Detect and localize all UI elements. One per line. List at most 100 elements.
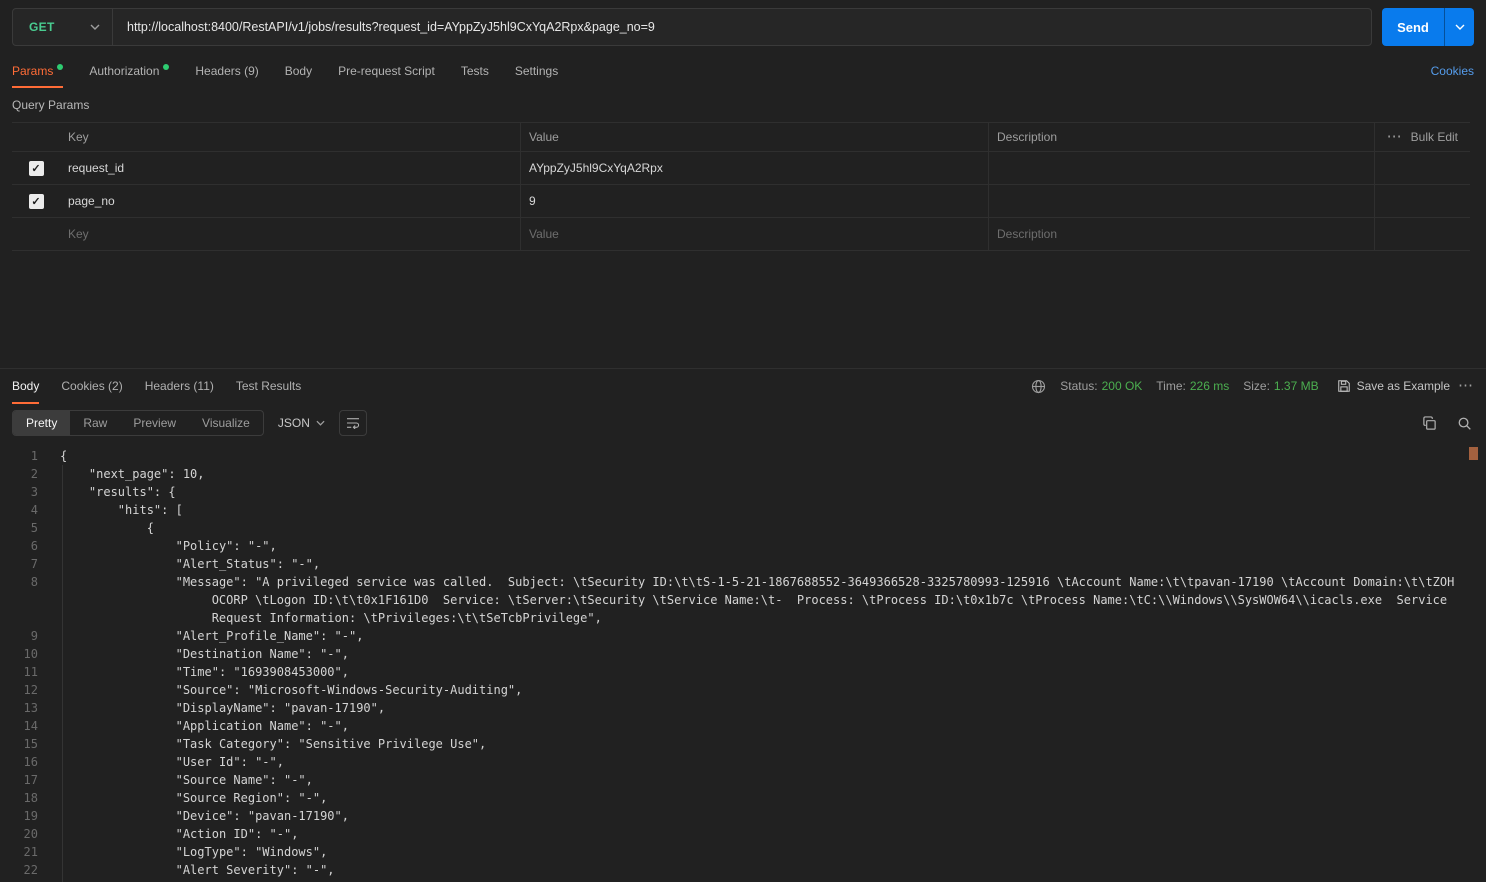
response-tab-cookies[interactable]: Cookies (2) <box>61 369 122 404</box>
vertical-scrollbar-thumb[interactable] <box>1469 447 1478 460</box>
url-control: GET http://localhost:8400/RestAPI/v1/job… <box>12 8 1372 46</box>
copy-icon[interactable] <box>1422 416 1437 431</box>
line-number: 18 <box>0 789 60 807</box>
line-content: "Message": "A privileged service was cal… <box>60 573 1486 627</box>
param-key-field[interactable]: page_no <box>60 185 520 217</box>
param-description-field[interactable] <box>988 185 1374 217</box>
globe-icon[interactable] <box>1031 379 1046 394</box>
search-icon[interactable] <box>1457 416 1472 431</box>
line-number: 3 <box>0 483 60 501</box>
row-actions-cell <box>1374 218 1470 250</box>
tab-headers-label: Headers (9) <box>195 64 258 78</box>
tab-body[interactable]: Body <box>285 54 312 88</box>
code-line: 4"hits": [ <box>0 501 1486 519</box>
query-params-title: Query Params <box>0 88 1486 120</box>
tab-params[interactable]: Params <box>12 54 63 88</box>
line-content: "Source Name": "-", <box>60 771 1486 789</box>
response-tab-headers[interactable]: Headers (11) <box>145 369 214 404</box>
url-input[interactable]: http://localhost:8400/RestAPI/v1/jobs/re… <box>113 9 1371 45</box>
params-modified-dot <box>57 64 63 70</box>
view-visualize-button[interactable]: Visualize <box>189 411 263 435</box>
send-group: Send <box>1382 8 1474 46</box>
send-button[interactable]: Send <box>1382 8 1444 46</box>
table-row-empty: Key Value Description <box>12 218 1470 251</box>
view-preview-button[interactable]: Preview <box>120 411 189 435</box>
row-checkbox-cell: ✓ <box>12 185 60 217</box>
line-content: "Destination Name": "-", <box>60 645 1486 663</box>
column-header-value: Value <box>520 123 988 151</box>
response-tab-body[interactable]: Body <box>12 369 39 404</box>
status-badge: Status: 200 OK <box>1060 379 1142 393</box>
more-options-icon[interactable]: ⋯ <box>1387 133 1403 141</box>
save-as-example-button[interactable]: Save as Example <box>1337 379 1450 393</box>
request-tabs: Params Authorization Headers (9) Body Pr… <box>0 54 1486 88</box>
param-value-field[interactable]: Value <box>520 218 988 250</box>
response-view-toolbar: Pretty Raw Preview Visualize JSON <box>0 403 1486 443</box>
line-content: "hits": [ <box>60 501 1486 519</box>
code-line: 9"Alert_Profile_Name": "-", <box>0 627 1486 645</box>
code-line: 5{ <box>0 519 1486 537</box>
line-number: 11 <box>0 663 60 681</box>
code-line: 14"Application Name": "-", <box>0 717 1486 735</box>
chevron-down-icon <box>1455 24 1465 30</box>
param-value-field[interactable]: 9 <box>520 185 988 217</box>
code-line: 21"LogType": "Windows", <box>0 843 1486 861</box>
line-content: "Policy": "-", <box>60 537 1486 555</box>
send-options-button[interactable] <box>1444 8 1474 46</box>
tab-tests[interactable]: Tests <box>461 54 489 88</box>
code-line: 13"DisplayName": "pavan-17190", <box>0 699 1486 717</box>
code-line: 16"User Id": "-", <box>0 753 1486 771</box>
row-checkbox[interactable]: ✓ <box>29 161 44 176</box>
tab-authorization[interactable]: Authorization <box>89 54 169 88</box>
line-number: 15 <box>0 735 60 753</box>
code-line: 6"Policy": "-", <box>0 537 1486 555</box>
line-number: 10 <box>0 645 60 663</box>
response-tab-test-results[interactable]: Test Results <box>236 369 301 404</box>
tab-tests-label: Tests <box>461 64 489 78</box>
chevron-down-icon <box>90 24 100 30</box>
save-as-example-label: Save as Example <box>1357 379 1450 393</box>
line-content: "Time": "1693908453000", <box>60 663 1486 681</box>
param-key-field[interactable]: request_id <box>60 152 520 184</box>
cookies-link[interactable]: Cookies <box>1431 64 1474 78</box>
response-more-options-icon[interactable]: ⋯ <box>1458 382 1474 390</box>
line-number: 17 <box>0 771 60 789</box>
response-body-code[interactable]: 1{2"next_page": 10,3"results": {4"hits":… <box>0 443 1486 882</box>
method-select[interactable]: GET <box>13 9 113 45</box>
view-toolbar-right <box>1422 416 1472 431</box>
postman-app: GET http://localhost:8400/RestAPI/v1/job… <box>0 0 1486 882</box>
line-number: 2 <box>0 465 60 483</box>
line-number: 16 <box>0 753 60 771</box>
time-value: 226 ms <box>1190 379 1229 393</box>
view-pretty-button[interactable]: Pretty <box>13 411 70 435</box>
view-raw-button[interactable]: Raw <box>70 411 120 435</box>
bulk-edit-button[interactable]: Bulk Edit <box>1411 130 1458 144</box>
code-line: 12"Source": "Microsoft-Windows-Security-… <box>0 681 1486 699</box>
format-select[interactable]: JSON <box>278 416 325 430</box>
line-content: "Alert_Profile_Name": "-", <box>60 627 1486 645</box>
indent-guide <box>62 465 63 882</box>
line-content: "Source": "Microsoft-Windows-Security-Au… <box>60 681 1486 699</box>
line-number: 8 <box>0 573 60 627</box>
line-number: 14 <box>0 717 60 735</box>
param-value-field[interactable]: AYppZyJ5hl9CxYqA2Rpx <box>520 152 988 184</box>
response-tabs-bar: Body Cookies (2) Headers (11) Test Resul… <box>0 368 1486 403</box>
tab-settings[interactable]: Settings <box>515 54 558 88</box>
line-number: 19 <box>0 807 60 825</box>
wrap-text-button[interactable] <box>339 410 367 436</box>
size-label: Size: <box>1243 379 1270 393</box>
param-description-field[interactable]: Description <box>988 218 1374 250</box>
param-key-field[interactable]: Key <box>60 218 520 250</box>
row-checkbox[interactable]: ✓ <box>29 194 44 209</box>
tab-body-label: Body <box>285 64 312 78</box>
tab-prerequest-script[interactable]: Pre-request Script <box>338 54 435 88</box>
url-text: http://localhost:8400/RestAPI/v1/jobs/re… <box>127 20 655 34</box>
code-line: 7"Alert_Status": "-", <box>0 555 1486 573</box>
tab-headers[interactable]: Headers (9) <box>195 54 258 88</box>
query-params-table: Key Value Description ⋯ Bulk Edit ✓ requ… <box>12 122 1470 251</box>
line-content: { <box>60 519 1486 537</box>
tab-settings-label: Settings <box>515 64 558 78</box>
line-content: "DisplayName": "pavan-17190", <box>60 699 1486 717</box>
line-content: "User Id": "-", <box>60 753 1486 771</box>
param-description-field[interactable] <box>988 152 1374 184</box>
